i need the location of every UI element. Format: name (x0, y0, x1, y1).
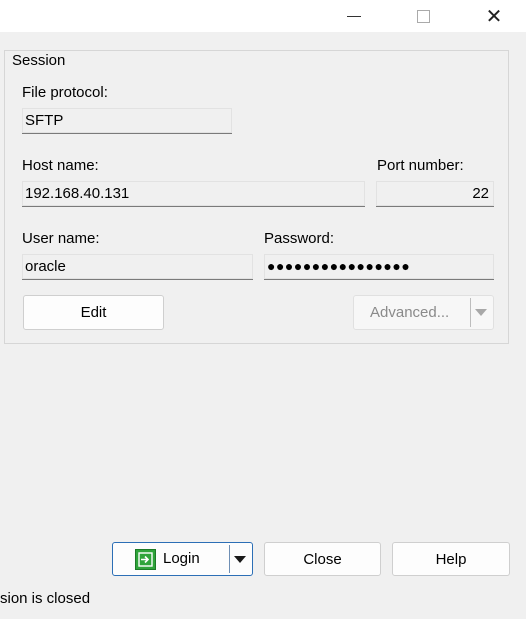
help-button-label: Help (435, 550, 467, 568)
host-name-label: Host name: (22, 157, 99, 174)
title-bar: ✕ (0, 0, 526, 32)
advanced-dropdown-arrow[interactable] (475, 309, 487, 316)
user-name-label: User name: (22, 230, 100, 247)
login-button-label: Login (163, 550, 200, 567)
password-input[interactable]: ●●●●●●●●●●●●●●●● (264, 254, 494, 280)
advanced-button[interactable]: Advanced... (353, 295, 494, 330)
password-label: Password: (264, 230, 335, 247)
user-name-input[interactable]: oracle (22, 254, 253, 280)
close-icon: ✕ (485, 5, 503, 28)
edit-button-label: Edit (80, 304, 107, 321)
close-button-label: Close (303, 550, 342, 568)
host-name-input[interactable]: 192.168.40.131 (22, 181, 365, 207)
edit-button[interactable]: Edit (23, 295, 164, 330)
file-protocol-label: File protocol: (22, 84, 108, 101)
login-dropdown-arrow[interactable] (234, 556, 246, 563)
close-button[interactable]: Close (264, 542, 381, 576)
chevron-down-icon (234, 556, 246, 563)
port-number-label: Port number: (377, 157, 464, 174)
session-legend: Session (11, 52, 67, 69)
chevron-down-icon (475, 309, 487, 316)
maximize-button[interactable] (400, 0, 446, 32)
help-button[interactable]: Help (392, 542, 510, 576)
port-number-input[interactable]: 22 (376, 181, 494, 207)
close-window-button[interactable]: ✕ (471, 0, 517, 32)
file-protocol-select[interactable]: SFTP (22, 108, 232, 134)
minimize-icon (347, 15, 361, 17)
maximize-icon (416, 9, 430, 23)
minimize-button[interactable] (331, 0, 377, 32)
advanced-button-label: Advanced... (370, 304, 450, 321)
status-text: sion is closed (0, 590, 91, 607)
login-button[interactable]: Login (112, 542, 253, 576)
login-icon (135, 549, 156, 570)
